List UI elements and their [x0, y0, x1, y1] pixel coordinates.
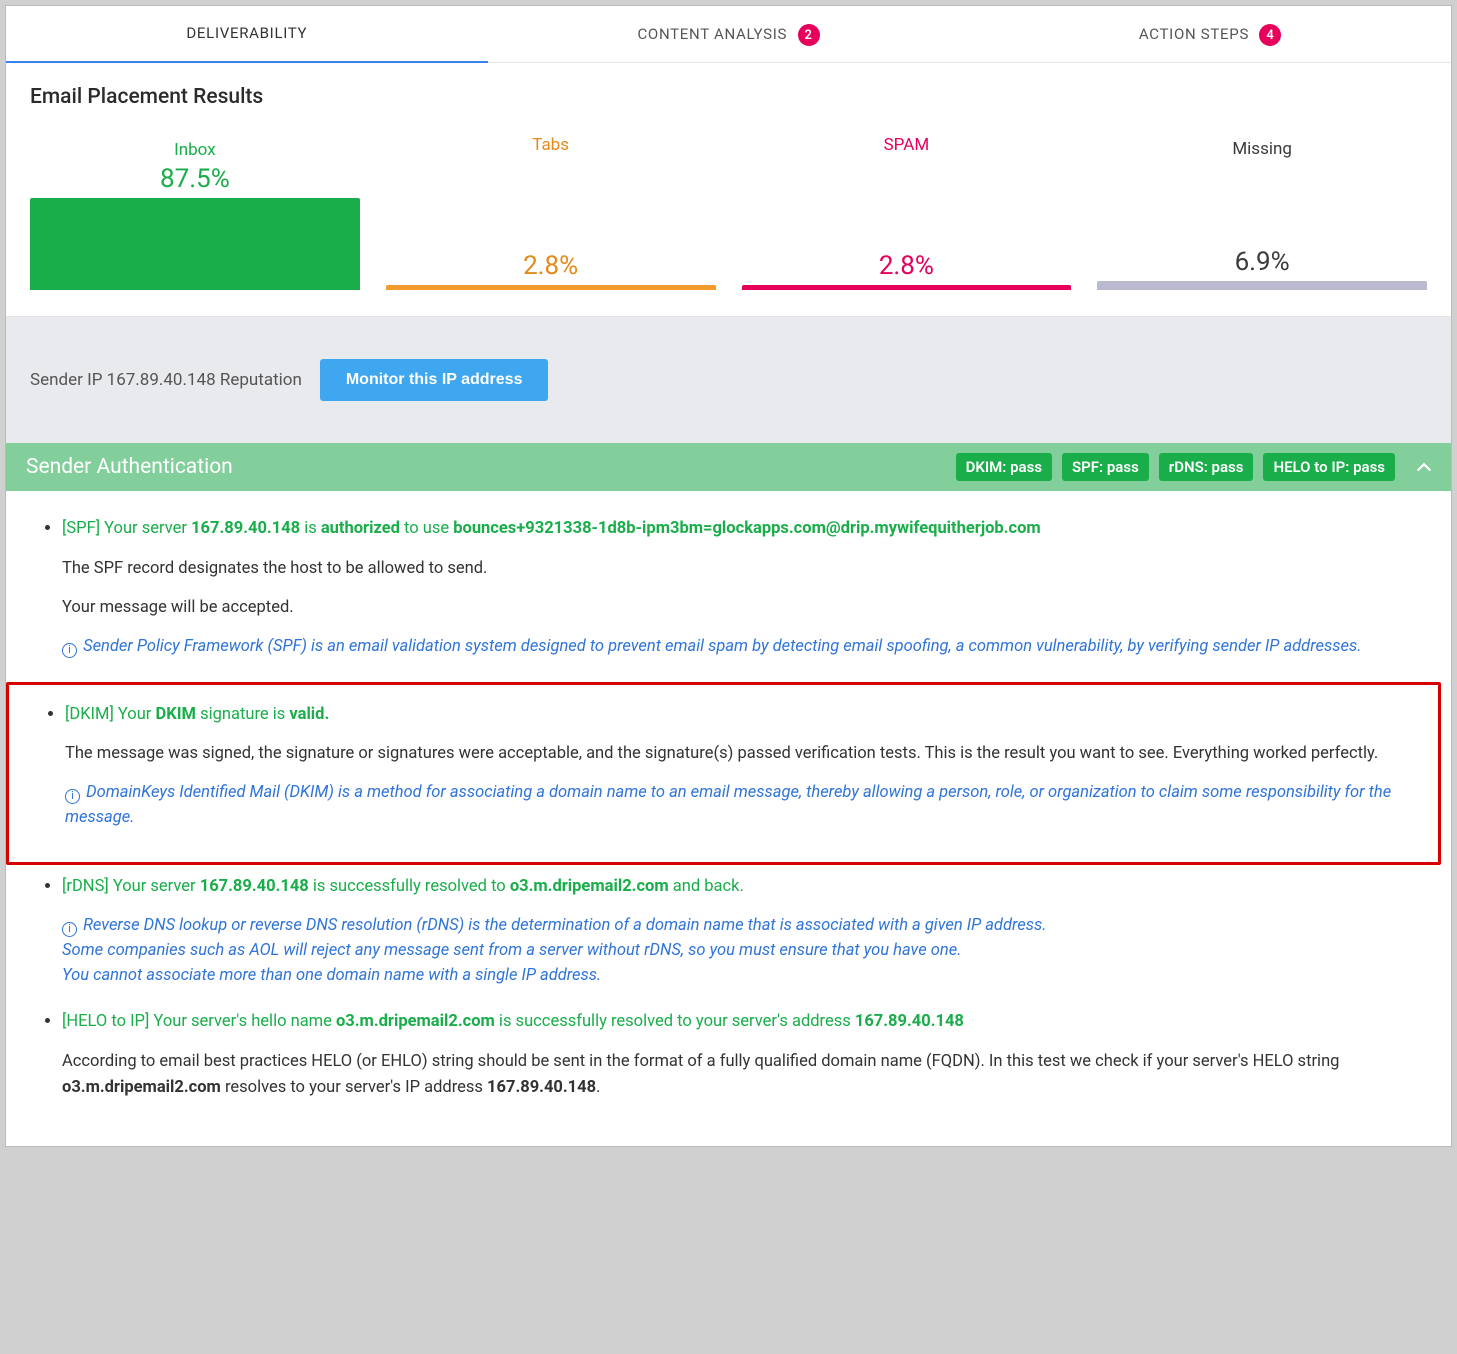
placement-label: Missing	[1097, 139, 1427, 159]
auth-helo-desc: According to email best practices HELO (…	[62, 1049, 1431, 1100]
auth-spf-desc2: Your message will be accepted.	[62, 595, 1431, 621]
info-icon: i	[62, 643, 77, 658]
placement-percent: 2.8%	[386, 251, 716, 281]
auth-dkim-desc: The message was signed, the signature or…	[65, 741, 1424, 767]
placement-percent: 87.5%	[30, 164, 360, 194]
chip-rdns: rDNS: pass	[1159, 453, 1254, 481]
placement-col-spam: SPAM 2.8%	[742, 135, 1072, 290]
app-frame: DELIVERABILITY CONTENT ANALYSIS 2 ACTION…	[5, 5, 1452, 1147]
placement-bar-inbox	[30, 198, 360, 290]
placement-percent: 2.8%	[742, 251, 1072, 281]
main-tabs: DELIVERABILITY CONTENT ANALYSIS 2 ACTION…	[6, 6, 1451, 63]
placement-results-panel: Email Placement Results Inbox 87.5% Tabs…	[6, 63, 1451, 317]
placement-title: Email Placement Results	[30, 85, 1427, 109]
sender-auth-header[interactable]: Sender Authentication DKIM: pass SPF: pa…	[6, 443, 1451, 491]
monitor-ip-button[interactable]: Monitor this IP address	[320, 359, 549, 401]
placement-label: Tabs	[386, 135, 716, 155]
placement-col-inbox: Inbox 87.5%	[30, 140, 360, 290]
auth-item-rdns: [rDNS] Your server 167.89.40.148 is succ…	[62, 875, 1431, 988]
sender-ip-label: Sender IP 167.89.40.148 Reputation	[30, 370, 302, 390]
tab-content-analysis[interactable]: CONTENT ANALYSIS 2	[488, 6, 970, 62]
tab-badge: 4	[1259, 24, 1281, 46]
auth-helo-headline: [HELO to IP] Your server's hello name o3…	[62, 1010, 1431, 1035]
auth-spf-note: i Sender Policy Framework (SPF) is an em…	[62, 635, 1431, 660]
placement-bar-missing	[1097, 281, 1427, 290]
sender-auth-title: Sender Authentication	[26, 455, 946, 479]
auth-spf-desc1: The SPF record designates the host to be…	[62, 556, 1431, 582]
chevron-up-icon[interactable]	[1411, 454, 1437, 480]
sender-auth-body: [SPF] Your server 167.89.40.148 is autho…	[6, 491, 1451, 1146]
placement-col-missing: Missing 6.9%	[1097, 139, 1427, 290]
auth-rdns-headline: [rDNS] Your server 167.89.40.148 is succ…	[62, 875, 1431, 900]
auth-item-helo: [HELO to IP] Your server's hello name o3…	[62, 1010, 1431, 1100]
auth-item-dkim: [DKIM] Your DKIM signature is valid. The…	[65, 703, 1424, 831]
placement-label: Inbox	[30, 140, 360, 160]
highlight-box-dkim: [DKIM] Your DKIM signature is valid. The…	[6, 682, 1441, 866]
info-icon: i	[62, 922, 77, 937]
chip-spf: SPF: pass	[1062, 453, 1149, 481]
tab-badge: 2	[798, 24, 820, 46]
tab-action-steps[interactable]: ACTION STEPS 4	[969, 6, 1451, 62]
placement-col-tabs: Tabs 2.8%	[386, 135, 716, 290]
auth-spf-headline: [SPF] Your server 167.89.40.148 is autho…	[62, 517, 1431, 542]
sender-ip-row: Sender IP 167.89.40.148 Reputation Monit…	[6, 317, 1451, 443]
placement-label: SPAM	[742, 135, 1072, 155]
chip-dkim: DKIM: pass	[956, 453, 1052, 481]
tab-deliverability[interactable]: DELIVERABILITY	[6, 6, 488, 62]
tab-label: CONTENT ANALYSIS	[637, 25, 787, 43]
chip-helo: HELO to IP: pass	[1263, 453, 1395, 481]
placement-percent: 6.9%	[1097, 247, 1427, 277]
tab-label: DELIVERABILITY	[186, 24, 307, 42]
auth-item-spf: [SPF] Your server 167.89.40.148 is autho…	[62, 517, 1431, 660]
auth-dkim-headline: [DKIM] Your DKIM signature is valid.	[65, 703, 1424, 728]
auth-dkim-note: i DomainKeys Identified Mail (DKIM) is a…	[65, 781, 1424, 831]
tab-label: ACTION STEPS	[1139, 25, 1249, 43]
placement-chart: Inbox 87.5% Tabs 2.8% SPAM 2.8% Missing …	[30, 135, 1427, 290]
placement-bar-tabs	[386, 285, 716, 290]
info-icon: i	[65, 789, 80, 804]
placement-bar-spam	[742, 285, 1072, 290]
auth-rdns-note: i Reverse DNS lookup or reverse DNS reso…	[62, 914, 1431, 988]
